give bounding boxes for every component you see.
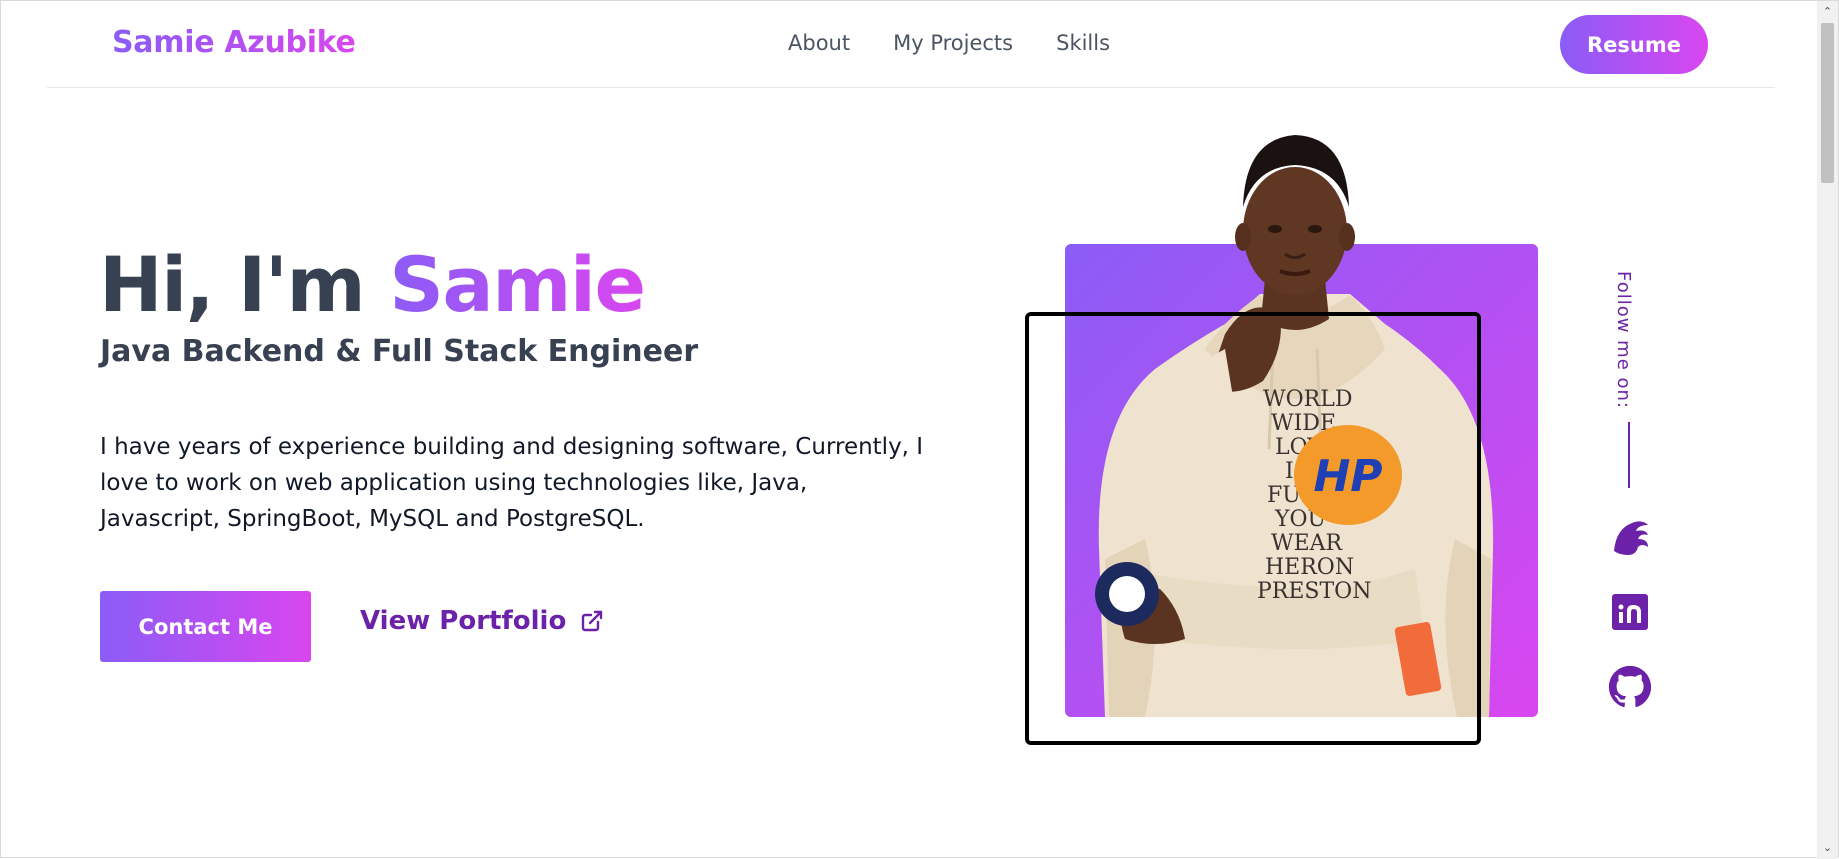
- hashnode-icon[interactable]: [1608, 515, 1652, 559]
- resume-button[interactable]: Resume: [1560, 15, 1708, 74]
- scroll-down-arrow[interactable]: ⌄: [1817, 839, 1838, 857]
- site-header: Samie Azubike About My Projects Skills R…: [47, 1, 1775, 88]
- follow-label: Follow me on:: [1613, 271, 1634, 409]
- nav-about[interactable]: About: [788, 31, 850, 55]
- hero-greeting: Hi, I'm: [99, 240, 390, 329]
- hero-name: Samie: [389, 240, 646, 329]
- contact-me-button[interactable]: Contact Me: [100, 591, 311, 662]
- scroll-thumb[interactable]: [1821, 23, 1834, 183]
- indeed-icon[interactable]: [1608, 590, 1652, 634]
- page-scrollbar[interactable]: ⌃ ⌄: [1817, 1, 1838, 859]
- hero-heading: Hi, I'm Samie: [99, 247, 646, 323]
- follow-divider: [1628, 422, 1630, 488]
- hero-subtitle: Java Backend & Full Stack Engineer: [100, 334, 699, 369]
- github-icon[interactable]: [1608, 665, 1652, 709]
- external-link-icon: [582, 610, 603, 632]
- hero-description: I have years of experience building and …: [100, 434, 924, 532]
- scroll-up-arrow[interactable]: ⌃: [1817, 3, 1838, 21]
- view-portfolio-label: View Portfolio: [360, 606, 567, 636]
- portrait-frame: [1025, 312, 1481, 745]
- view-portfolio-link[interactable]: View Portfolio: [360, 606, 604, 636]
- main-nav: About My Projects Skills: [788, 31, 1110, 55]
- site-logo[interactable]: Samie Azubike: [112, 25, 356, 60]
- nav-skills[interactable]: Skills: [1056, 31, 1110, 55]
- nav-my-projects[interactable]: My Projects: [893, 31, 1013, 55]
